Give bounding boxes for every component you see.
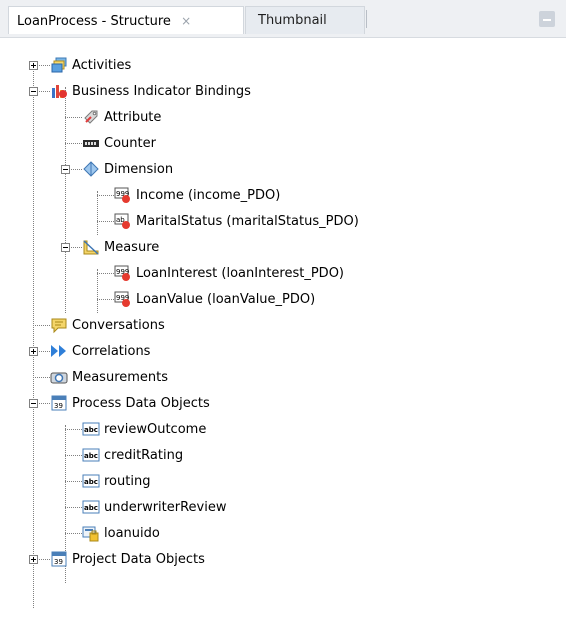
tree-item-label: LoanValue (loanValue_PDO) <box>136 291 316 307</box>
expand-icon[interactable] <box>29 347 38 356</box>
ui-object-icon <box>82 524 100 542</box>
tree-item-label: Activities <box>72 57 132 73</box>
tree-item-process-data-objects[interactable]: 39 Process Data Objects <box>50 390 210 416</box>
tree-item-label: Process Data Objects <box>72 395 210 411</box>
tree-line <box>65 117 82 118</box>
tab-thumbnail-label: Thumbnail <box>258 13 327 28</box>
tree-line <box>65 429 82 430</box>
tree-item-review-outcome[interactable]: abc reviewOutcome <box>82 416 206 442</box>
abc-icon: abc <box>82 420 100 438</box>
expand-icon[interactable] <box>29 555 38 564</box>
tree-item-label: Counter <box>104 135 156 151</box>
structure-tree: Activities Business Indicator Bindings A… <box>0 48 566 608</box>
measure-icon <box>82 238 100 256</box>
activities-icon <box>50 56 68 74</box>
svg-text:abc: abc <box>84 452 98 460</box>
tree-line <box>97 195 114 196</box>
tree-item-routing[interactable]: abc routing <box>82 468 150 494</box>
tree-item-project-data-objects[interactable]: 39 Project Data Objects <box>50 546 205 572</box>
collapse-icon[interactable] <box>29 87 38 96</box>
tree-item-label: Attribute <box>104 109 162 125</box>
tree-item-label: Income (income_PDO) <box>136 187 281 203</box>
numeric-pdo-icon: 999 <box>114 186 132 204</box>
tree-item-label: loanuido <box>104 525 160 541</box>
tree-item-loan-value[interactable]: 999 LoanValue (loanValue_PDO) <box>114 286 315 312</box>
numeric-pdo-icon: 999 <box>114 264 132 282</box>
svg-text:abc: abc <box>84 426 98 434</box>
tree-item-dimension[interactable]: Dimension <box>82 156 173 182</box>
tree-line <box>33 325 50 326</box>
tree-line <box>65 87 66 313</box>
tree-line <box>65 455 82 456</box>
abc-icon: abc <box>82 472 100 490</box>
tree-line <box>97 221 114 222</box>
tree-item-underwriter-review[interactable]: abc underwriterReview <box>82 494 226 520</box>
tree-item-label: MaritalStatus (maritalStatus_PDO) <box>136 213 359 229</box>
svg-text:39: 39 <box>54 402 63 410</box>
tree-item-attribute[interactable]: Attribute <box>82 104 161 130</box>
tree-line <box>65 481 82 482</box>
minimize-icon[interactable] <box>539 11 555 27</box>
conversation-icon <box>50 316 68 334</box>
measurement-icon <box>50 368 68 386</box>
tab-bar: LoanProcess - Structure × Thumbnail <box>0 0 566 38</box>
collapse-icon[interactable] <box>29 399 38 408</box>
tree-item-activities[interactable]: Activities <box>50 52 131 78</box>
svg-text:abc: abc <box>84 478 98 486</box>
collapse-icon[interactable] <box>61 165 70 174</box>
tree-item-label: creditRating <box>104 447 184 463</box>
dimension-icon <box>82 160 100 178</box>
svg-text:39: 39 <box>54 558 63 566</box>
tree-item-measurements[interactable]: Measurements <box>50 364 168 390</box>
correlation-icon <box>50 342 68 360</box>
tree-item-counter[interactable]: Counter <box>82 130 156 156</box>
tree-item-label: Project Data Objects <box>72 551 205 567</box>
string-pdo-icon: ab <box>114 212 132 230</box>
tree-item-credit-rating[interactable]: abc creditRating <box>82 442 183 468</box>
tab-structure-label: LoanProcess - Structure <box>17 14 171 29</box>
tree-line <box>65 507 82 508</box>
abc-icon: abc <box>82 446 100 464</box>
tree-item-label: reviewOutcome <box>104 421 207 437</box>
tree-item-marital-status[interactable]: ab MaritalStatus (maritalStatus_PDO) <box>114 208 359 234</box>
close-icon[interactable]: × <box>181 14 191 28</box>
tree-item-label: underwriterReview <box>104 499 227 515</box>
tree-item-label: routing <box>104 473 151 489</box>
tree-item-label: Conversations <box>72 317 165 333</box>
tab-thumbnail[interactable]: Thumbnail <box>245 6 365 34</box>
tree-item-measure[interactable]: Measure <box>82 234 159 260</box>
abc-icon: abc <box>82 498 100 516</box>
tree-item-label: Measurements <box>72 369 169 385</box>
tree-item-loanuido[interactable]: loanuido <box>82 520 160 546</box>
tree-item-label: Measure <box>104 239 160 255</box>
tree-item-conversations[interactable]: Conversations <box>50 312 165 338</box>
tab-structure[interactable]: LoanProcess - Structure × <box>8 6 244 34</box>
numeric-pdo-icon: 999 <box>114 290 132 308</box>
tree-line <box>97 191 98 235</box>
expand-icon[interactable] <box>29 61 38 70</box>
data-objects-icon: 39 <box>50 550 68 568</box>
tab-divider <box>366 10 367 28</box>
tree-item-income[interactable]: 999 Income (income_PDO) <box>114 182 280 208</box>
tree-item-business-indicator-bindings[interactable]: Business Indicator Bindings <box>50 78 251 104</box>
attribute-icon <box>82 108 100 126</box>
bi-bindings-icon <box>50 82 68 100</box>
tree-line <box>65 533 82 534</box>
tree-item-label: Dimension <box>104 161 174 177</box>
tree-line <box>65 143 82 144</box>
svg-text:abc: abc <box>84 504 98 512</box>
tree-item-label: Business Indicator Bindings <box>72 83 251 99</box>
tree-item-loan-interest[interactable]: 999 LoanInterest (loanInterest_PDO) <box>114 260 344 286</box>
tree-line <box>97 273 114 274</box>
tree-line <box>33 377 50 378</box>
data-objects-icon: 39 <box>50 394 68 412</box>
tree-line <box>33 61 34 608</box>
tree-item-label: Correlations <box>72 343 151 359</box>
counter-icon <box>82 134 100 152</box>
tree-item-label: LoanInterest (loanInterest_PDO) <box>136 265 344 281</box>
tree-item-correlations[interactable]: Correlations <box>50 338 150 364</box>
tree-line <box>97 269 98 313</box>
collapse-icon[interactable] <box>61 243 70 252</box>
tree-line <box>97 299 114 300</box>
